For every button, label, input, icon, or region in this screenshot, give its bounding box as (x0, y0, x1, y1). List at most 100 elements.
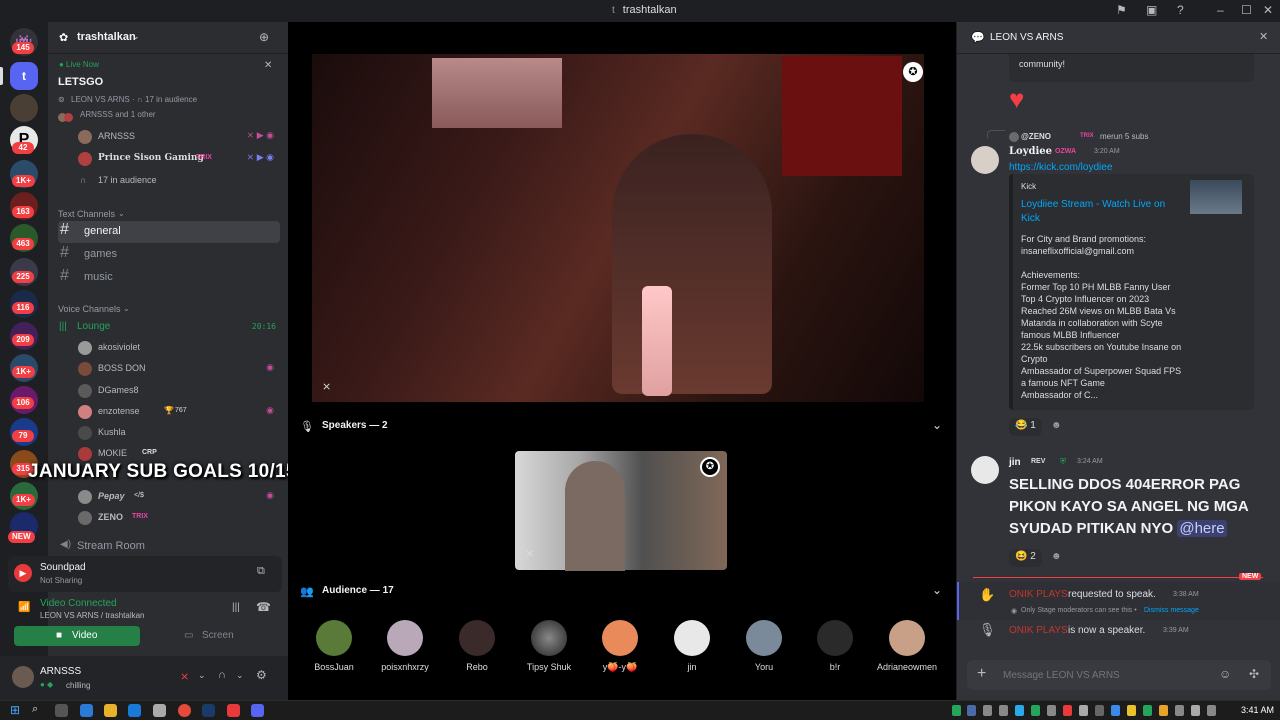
message-author[interactable]: Loydiee (1009, 146, 1052, 157)
add-reaction-icon[interactable]: ☻ (1051, 551, 1062, 562)
tray-icon[interactable] (983, 705, 992, 716)
settings-gear-icon[interactable]: ⚙ (256, 668, 267, 682)
file-explorer-icon[interactable] (104, 704, 117, 717)
text-channels-header[interactable]: Text Channels (58, 209, 115, 219)
tray-icon[interactable] (1095, 705, 1104, 716)
audience-member[interactable]: BossJuan (302, 620, 366, 690)
mention-here[interactable]: @here (1177, 520, 1227, 537)
voice-user[interactable]: akosiviolet (78, 339, 278, 359)
battery-icon[interactable] (1207, 705, 1216, 716)
screen-share-button[interactable]: ▭ Screen (148, 626, 274, 646)
voice-channel-lounge[interactable]: ||| Lounge 20:16 (58, 317, 280, 339)
minimize-icon[interactable]: – (1217, 3, 1224, 17)
voice-user[interactable]: BOSS DON ◉ (78, 360, 278, 380)
server-header[interactable]: ✿ trashtalkan ⌄ ⊕ (48, 22, 288, 54)
tray-icon[interactable] (1015, 705, 1024, 716)
reaction-laugh[interactable]: 😂 1 (1009, 418, 1042, 436)
close-chat-icon[interactable]: ✕ (1259, 30, 1268, 43)
tray-icon[interactable] (1079, 705, 1088, 716)
audience-member[interactable]: y🍑-y🍑 (588, 620, 652, 690)
avatar[interactable] (12, 666, 34, 688)
tray-icon[interactable] (999, 705, 1008, 716)
popout-icon[interactable]: ⧉ (257, 565, 265, 578)
avatar[interactable] (971, 146, 999, 174)
help-icon[interactable]: ? (1177, 3, 1184, 17)
discord-icon[interactable] (251, 704, 264, 717)
stage-user[interactable]: Prince Sison Gaming TRIX ⨯ ▶ ◉ (78, 150, 278, 170)
tray-icon[interactable] (1127, 705, 1136, 716)
steam-icon[interactable] (202, 704, 215, 717)
live-stage-card[interactable]: ● Live Now LETSGO ⊚ LEON VS ARNS · ∩ 17 … (48, 56, 288, 122)
copilot-icon[interactable] (80, 704, 93, 717)
message-input[interactable] (1003, 666, 1213, 684)
headphones-icon[interactable]: ∩ (218, 669, 226, 681)
chevron-down-icon[interactable]: ⌄ (932, 583, 942, 597)
voice-user[interactable]: DGames8 (78, 382, 278, 402)
voice-user[interactable]: ZENO TRIX (78, 509, 278, 529)
tray-icon[interactable] (1031, 705, 1040, 716)
audience-member[interactable]: b!r (803, 620, 867, 690)
system-user[interactable]: ONIK PLAYS (1009, 589, 1068, 600)
channel-music[interactable]: # music (58, 267, 280, 289)
soundpad-card[interactable]: ▶ Soundpad Not Sharing ⧉ (8, 556, 282, 592)
inbox-flag-icon[interactable]: ⚑ (1116, 3, 1127, 17)
message-author[interactable]: jin (1009, 457, 1021, 468)
system-user[interactable]: ONIK PLAYS (1009, 625, 1068, 636)
video-button[interactable]: ■ Video (14, 626, 140, 646)
maximize-icon[interactable]: ☐ (1241, 3, 1252, 17)
tray-icon[interactable] (1143, 705, 1152, 716)
voice-user[interactable]: Pepay </$ ◉ (78, 488, 278, 508)
embed-title[interactable]: Loydiiee Stream - Watch Live on Kick (1021, 198, 1181, 226)
audience-member[interactable]: Yoru (732, 620, 796, 690)
tray-icon[interactable] (1159, 705, 1168, 716)
audience-member[interactable]: jin (660, 620, 724, 690)
reply-ref[interactable]: @ZENO (1021, 132, 1051, 141)
message-link[interactable]: https://kick.com/loydiee (1009, 162, 1112, 173)
avatar[interactable] (971, 456, 999, 484)
stage-audience-row[interactable]: ∩ 17 in audience (78, 172, 278, 192)
windows-start-icon[interactable]: ⊞ (10, 703, 20, 717)
stage-user[interactable]: ARNSSS ⨯ ▶ ◉ (78, 128, 278, 148)
store-icon[interactable] (153, 704, 166, 717)
dismiss-message-link[interactable]: Dismiss message (1144, 607, 1199, 614)
chevron-down-icon[interactable]: ⌄ (236, 670, 244, 681)
voice-user[interactable]: enzotense 🏆 767 ◉ (78, 403, 278, 423)
youtube-icon[interactable] (227, 704, 240, 717)
embed-thumbnail[interactable] (1190, 180, 1242, 214)
screen-icon[interactable]: ▣ (1146, 3, 1157, 17)
volume-icon[interactable] (1191, 705, 1200, 716)
audience-member[interactable]: Rebo (445, 620, 509, 690)
chevron-down-icon[interactable]: ⌄ (198, 670, 206, 681)
invite-icon[interactable]: ⊕ (259, 30, 269, 44)
network-icon[interactable] (1175, 705, 1184, 716)
main-video-feed[interactable]: ✪ ⨯ (312, 54, 924, 402)
audience-member[interactable]: poisxnhxrzy (373, 620, 437, 690)
speaker-video-feed[interactable]: ✪ ⨯ (515, 451, 727, 571)
task-view-icon[interactable] (55, 704, 68, 717)
tray-icon[interactable] (967, 705, 976, 716)
tray-icon[interactable] (1111, 705, 1120, 716)
tray-icon[interactable] (952, 705, 961, 716)
server-icon[interactable] (10, 94, 38, 122)
channel-games[interactable]: # games (58, 244, 280, 266)
mail-icon[interactable] (128, 704, 141, 717)
add-reaction-icon[interactable]: ☻ (1051, 420, 1062, 431)
channel-general[interactable]: # general (58, 221, 280, 243)
reaction-laugh[interactable]: 😆 2 (1009, 549, 1042, 567)
tray-icon[interactable] (1063, 705, 1072, 716)
tray-icon[interactable] (1047, 705, 1056, 716)
voice-channels-header[interactable]: Voice Channels (58, 304, 121, 314)
emoji-icon[interactable]: ☺ (1219, 667, 1231, 681)
chrome-icon[interactable] (178, 704, 191, 717)
search-icon[interactable]: ⌕ (32, 703, 38, 716)
close-live-icon[interactable]: ✕ (264, 60, 272, 71)
chevron-down-icon[interactable]: ⌄ (932, 418, 942, 432)
add-attachment-icon[interactable]: + (977, 665, 986, 683)
audience-member[interactable]: Tipsy Shuk (517, 620, 581, 690)
disconnect-icon[interactable]: ☎ (256, 600, 271, 614)
server-icon-trashtalkan[interactable]: t (10, 62, 38, 90)
voice-user[interactable]: Kushla (78, 424, 278, 444)
close-icon[interactable]: ✕ (1263, 3, 1273, 17)
mic-muted-icon[interactable]: ⨯ (180, 670, 189, 683)
audience-member[interactable]: Adrianeowmen (875, 620, 939, 690)
